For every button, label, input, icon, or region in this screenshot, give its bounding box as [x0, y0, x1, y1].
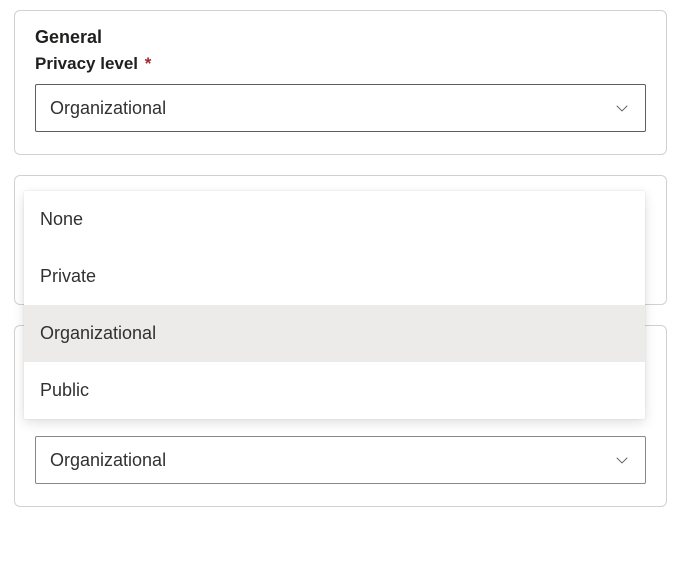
general-card: General Privacy level * Organizational [14, 10, 667, 155]
required-asterisk: * [145, 54, 152, 73]
dropdown-value: Organizational [50, 98, 166, 119]
chevron-down-icon [613, 451, 631, 469]
option-private[interactable]: Private [24, 248, 645, 305]
option-organizational[interactable]: Organizational [24, 305, 645, 362]
option-public[interactable]: Public [24, 362, 645, 419]
stacked-cards-group: Organizational None Private Organization… [14, 175, 667, 507]
option-none[interactable]: None [24, 191, 645, 248]
label-text: Privacy level [35, 54, 138, 73]
card-title: General [35, 27, 646, 48]
privacy-level-dropdown[interactable]: Organizational [35, 84, 646, 132]
privacy-level-dropdown-2[interactable]: Organizational [35, 436, 646, 484]
privacy-level-label: Privacy level * [35, 54, 646, 74]
chevron-down-icon [613, 99, 631, 117]
dropdown-options-panel: None Private Organizational Public [24, 191, 645, 419]
dropdown-value: Organizational [50, 450, 166, 471]
